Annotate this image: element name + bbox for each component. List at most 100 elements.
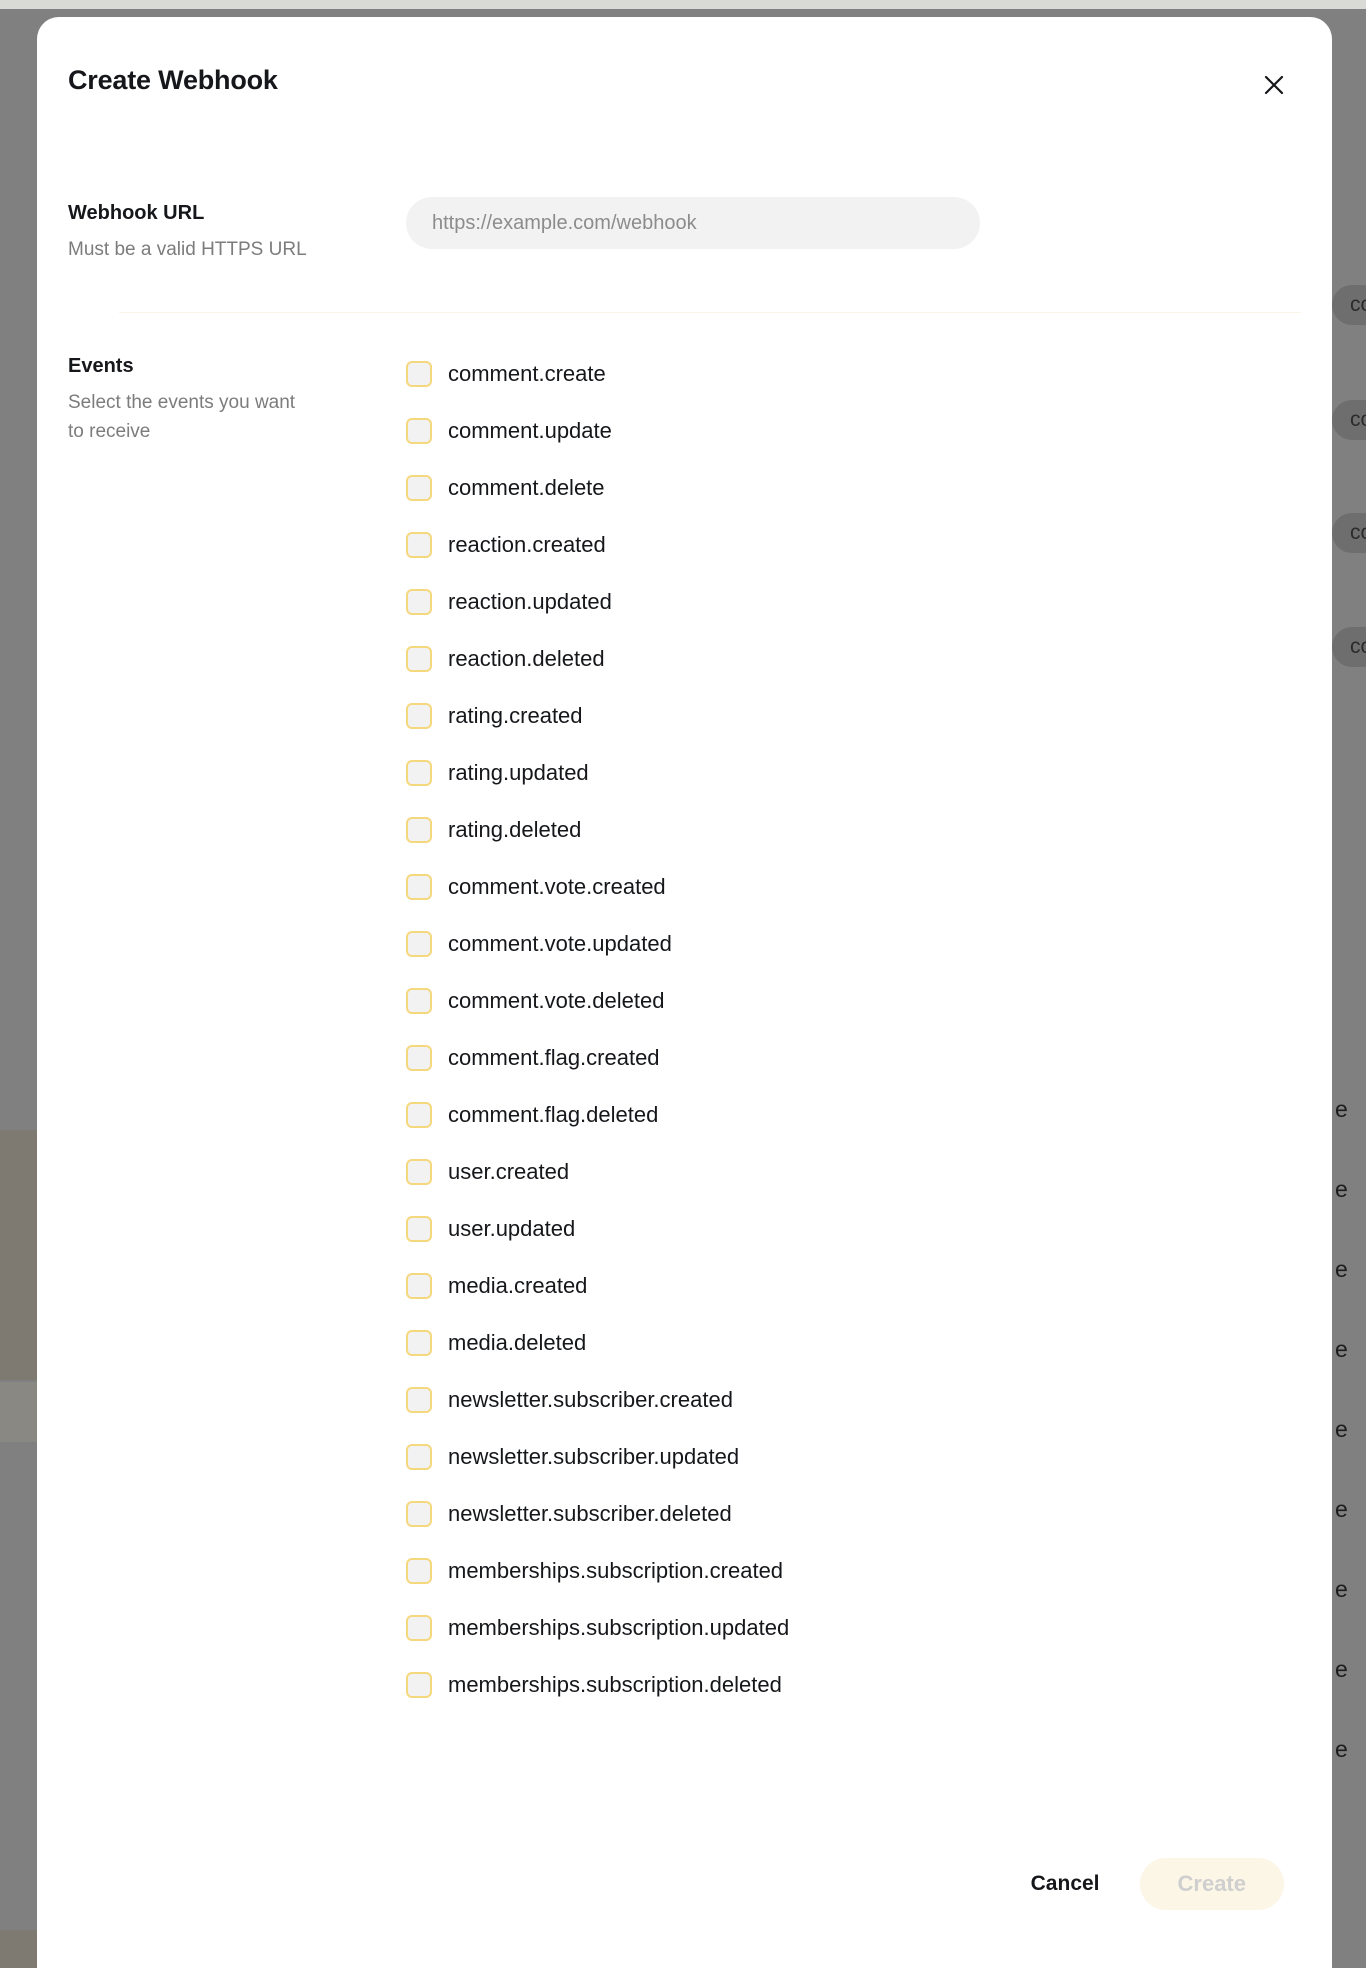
event-label: memberships.subscription.created bbox=[448, 1558, 784, 1583]
background-text: e bbox=[1335, 1096, 1348, 1122]
events-checkbox-list: comment.create comment.update comment.dele… bbox=[406, 351, 1301, 1708]
create-webhook-modal: Create Webhook Webhook URL Must be a val… bbox=[37, 17, 1332, 1968]
close-button[interactable] bbox=[1254, 66, 1294, 106]
background-text: e bbox=[1335, 1176, 1348, 1202]
event-checkbox-item[interactable]: rating.deleted bbox=[406, 807, 1301, 853]
event-checkbox-item[interactable]: newsletter.subscriber.updated bbox=[406, 1434, 1301, 1480]
background-pill: co bbox=[1332, 285, 1366, 325]
page-title: Create Webhook bbox=[68, 65, 278, 95]
webhook-url-field-wrap bbox=[406, 197, 1301, 249]
event-checkbox-item[interactable]: comment.vote.deleted bbox=[406, 978, 1301, 1024]
event-checkbox[interactable] bbox=[406, 874, 432, 900]
backdrop-top-strip bbox=[0, 0, 1366, 9]
event-checkbox[interactable] bbox=[406, 703, 432, 729]
event-checkbox-item[interactable]: comment.update bbox=[406, 408, 1301, 454]
event-checkbox[interactable] bbox=[406, 1501, 432, 1527]
event-checkbox[interactable] bbox=[406, 646, 432, 672]
webhook-url-label-group: Webhook URL Must be a valid HTTPS URL bbox=[68, 197, 406, 264]
event-checkbox-item[interactable]: comment.delete bbox=[406, 465, 1301, 511]
event-label: user.updated bbox=[448, 1216, 576, 1241]
event-label: comment.update bbox=[448, 418, 612, 443]
event-checkbox[interactable] bbox=[406, 1387, 432, 1413]
background-text: e bbox=[1335, 1576, 1348, 1602]
event-checkbox[interactable] bbox=[406, 532, 432, 558]
event-checkbox[interactable] bbox=[406, 1045, 432, 1071]
event-checkbox-item[interactable]: comment.vote.created bbox=[406, 864, 1301, 910]
background-pill: co bbox=[1332, 400, 1366, 440]
event-checkbox-item[interactable]: rating.created bbox=[406, 693, 1301, 739]
background-text: e bbox=[1335, 1416, 1348, 1442]
event-checkbox-item[interactable]: media.created bbox=[406, 1263, 1301, 1309]
event-checkbox-item[interactable]: comment.create bbox=[406, 351, 1301, 397]
event-checkbox-item[interactable]: comment.flag.deleted bbox=[406, 1092, 1301, 1138]
event-checkbox[interactable] bbox=[406, 1444, 432, 1470]
webhook-url-help-text: Must be a valid HTTPS URL bbox=[68, 239, 307, 260]
events-field-wrap: comment.create comment.update comment.dele… bbox=[406, 350, 1301, 1719]
event-checkbox-item[interactable]: reaction.created bbox=[406, 522, 1301, 568]
backdrop-band bbox=[0, 1382, 40, 1442]
backdrop-band bbox=[0, 1130, 40, 1380]
event-label: media.deleted bbox=[448, 1330, 587, 1355]
background-pill: co bbox=[1332, 627, 1366, 667]
webhook-url-input[interactable] bbox=[406, 197, 980, 249]
event-label: comment.flag.created bbox=[448, 1045, 660, 1070]
event-checkbox-item[interactable]: memberships.subscription.updated bbox=[406, 1605, 1301, 1651]
events-help-text: Select the events you want to receive bbox=[68, 392, 296, 442]
event-label: newsletter.subscriber.created bbox=[448, 1387, 733, 1412]
cancel-button[interactable]: Cancel bbox=[1013, 1860, 1118, 1908]
event-checkbox[interactable] bbox=[406, 988, 432, 1014]
backdrop-band bbox=[0, 1930, 40, 1968]
webhook-url-row: Webhook URL Must be a valid HTTPS URL bbox=[68, 135, 1301, 312]
close-icon bbox=[1263, 74, 1285, 99]
event-checkbox-item[interactable]: comment.flag.created bbox=[406, 1035, 1301, 1081]
event-label: memberships.subscription.updated bbox=[448, 1615, 790, 1640]
event-checkbox[interactable] bbox=[406, 418, 432, 444]
modal-footer: Cancel Create bbox=[37, 1840, 1332, 1968]
event-checkbox-item[interactable]: newsletter.subscriber.created bbox=[406, 1377, 1301, 1423]
event-checkbox[interactable] bbox=[406, 1273, 432, 1299]
event-checkbox-item[interactable]: memberships.subscription.created bbox=[406, 1548, 1301, 1594]
event-checkbox[interactable] bbox=[406, 589, 432, 615]
event-checkbox[interactable] bbox=[406, 1672, 432, 1698]
event-label: comment.vote.deleted bbox=[448, 988, 665, 1013]
event-checkbox-item[interactable]: user.created bbox=[406, 1149, 1301, 1195]
event-checkbox-item[interactable]: media.deleted bbox=[406, 1320, 1301, 1366]
event-checkbox-item[interactable]: newsletter.subscriber.deleted bbox=[406, 1491, 1301, 1537]
event-checkbox-item[interactable]: comment.vote.updated bbox=[406, 921, 1301, 967]
event-checkbox[interactable] bbox=[406, 931, 432, 957]
event-label: comment.vote.created bbox=[448, 874, 666, 899]
background-text: e bbox=[1335, 1496, 1348, 1522]
event-label: newsletter.subscriber.deleted bbox=[448, 1501, 732, 1526]
event-checkbox-item[interactable]: user.updated bbox=[406, 1206, 1301, 1252]
event-checkbox[interactable] bbox=[406, 1102, 432, 1128]
event-checkbox[interactable] bbox=[406, 760, 432, 786]
event-checkbox[interactable] bbox=[406, 1159, 432, 1185]
background-pill: co bbox=[1332, 513, 1366, 553]
event-checkbox[interactable] bbox=[406, 1330, 432, 1356]
event-label: comment.create bbox=[448, 361, 606, 386]
event-checkbox-item[interactable]: reaction.deleted bbox=[406, 636, 1301, 682]
event-label: comment.vote.updated bbox=[448, 931, 672, 956]
event-checkbox[interactable] bbox=[406, 475, 432, 501]
event-label: comment.flag.deleted bbox=[448, 1102, 659, 1127]
event-checkbox[interactable] bbox=[406, 1558, 432, 1584]
event-label: reaction.deleted bbox=[448, 646, 605, 671]
event-checkbox[interactable] bbox=[406, 1615, 432, 1641]
event-label: newsletter.subscriber.updated bbox=[448, 1444, 740, 1469]
event-label: rating.created bbox=[448, 703, 583, 728]
background-text: e bbox=[1335, 1736, 1348, 1762]
modal-header: Create Webhook bbox=[37, 17, 1332, 135]
events-label: Events bbox=[68, 355, 134, 377]
event-checkbox-item[interactable]: memberships.subscription.deleted bbox=[406, 1662, 1301, 1708]
event-label: reaction.updated bbox=[448, 589, 612, 614]
event-checkbox-item[interactable]: rating.updated bbox=[406, 750, 1301, 796]
event-label: comment.delete bbox=[448, 475, 605, 500]
modal-body: Webhook URL Must be a valid HTTPS URL Ev… bbox=[37, 135, 1332, 1719]
event-checkbox[interactable] bbox=[406, 361, 432, 387]
create-button[interactable]: Create bbox=[1139, 1858, 1284, 1910]
event-checkbox[interactable] bbox=[406, 817, 432, 843]
event-label: media.created bbox=[448, 1273, 588, 1298]
events-row: Events Select the events you want to rec… bbox=[68, 313, 1301, 1719]
event-checkbox[interactable] bbox=[406, 1216, 432, 1242]
event-checkbox-item[interactable]: reaction.updated bbox=[406, 579, 1301, 625]
